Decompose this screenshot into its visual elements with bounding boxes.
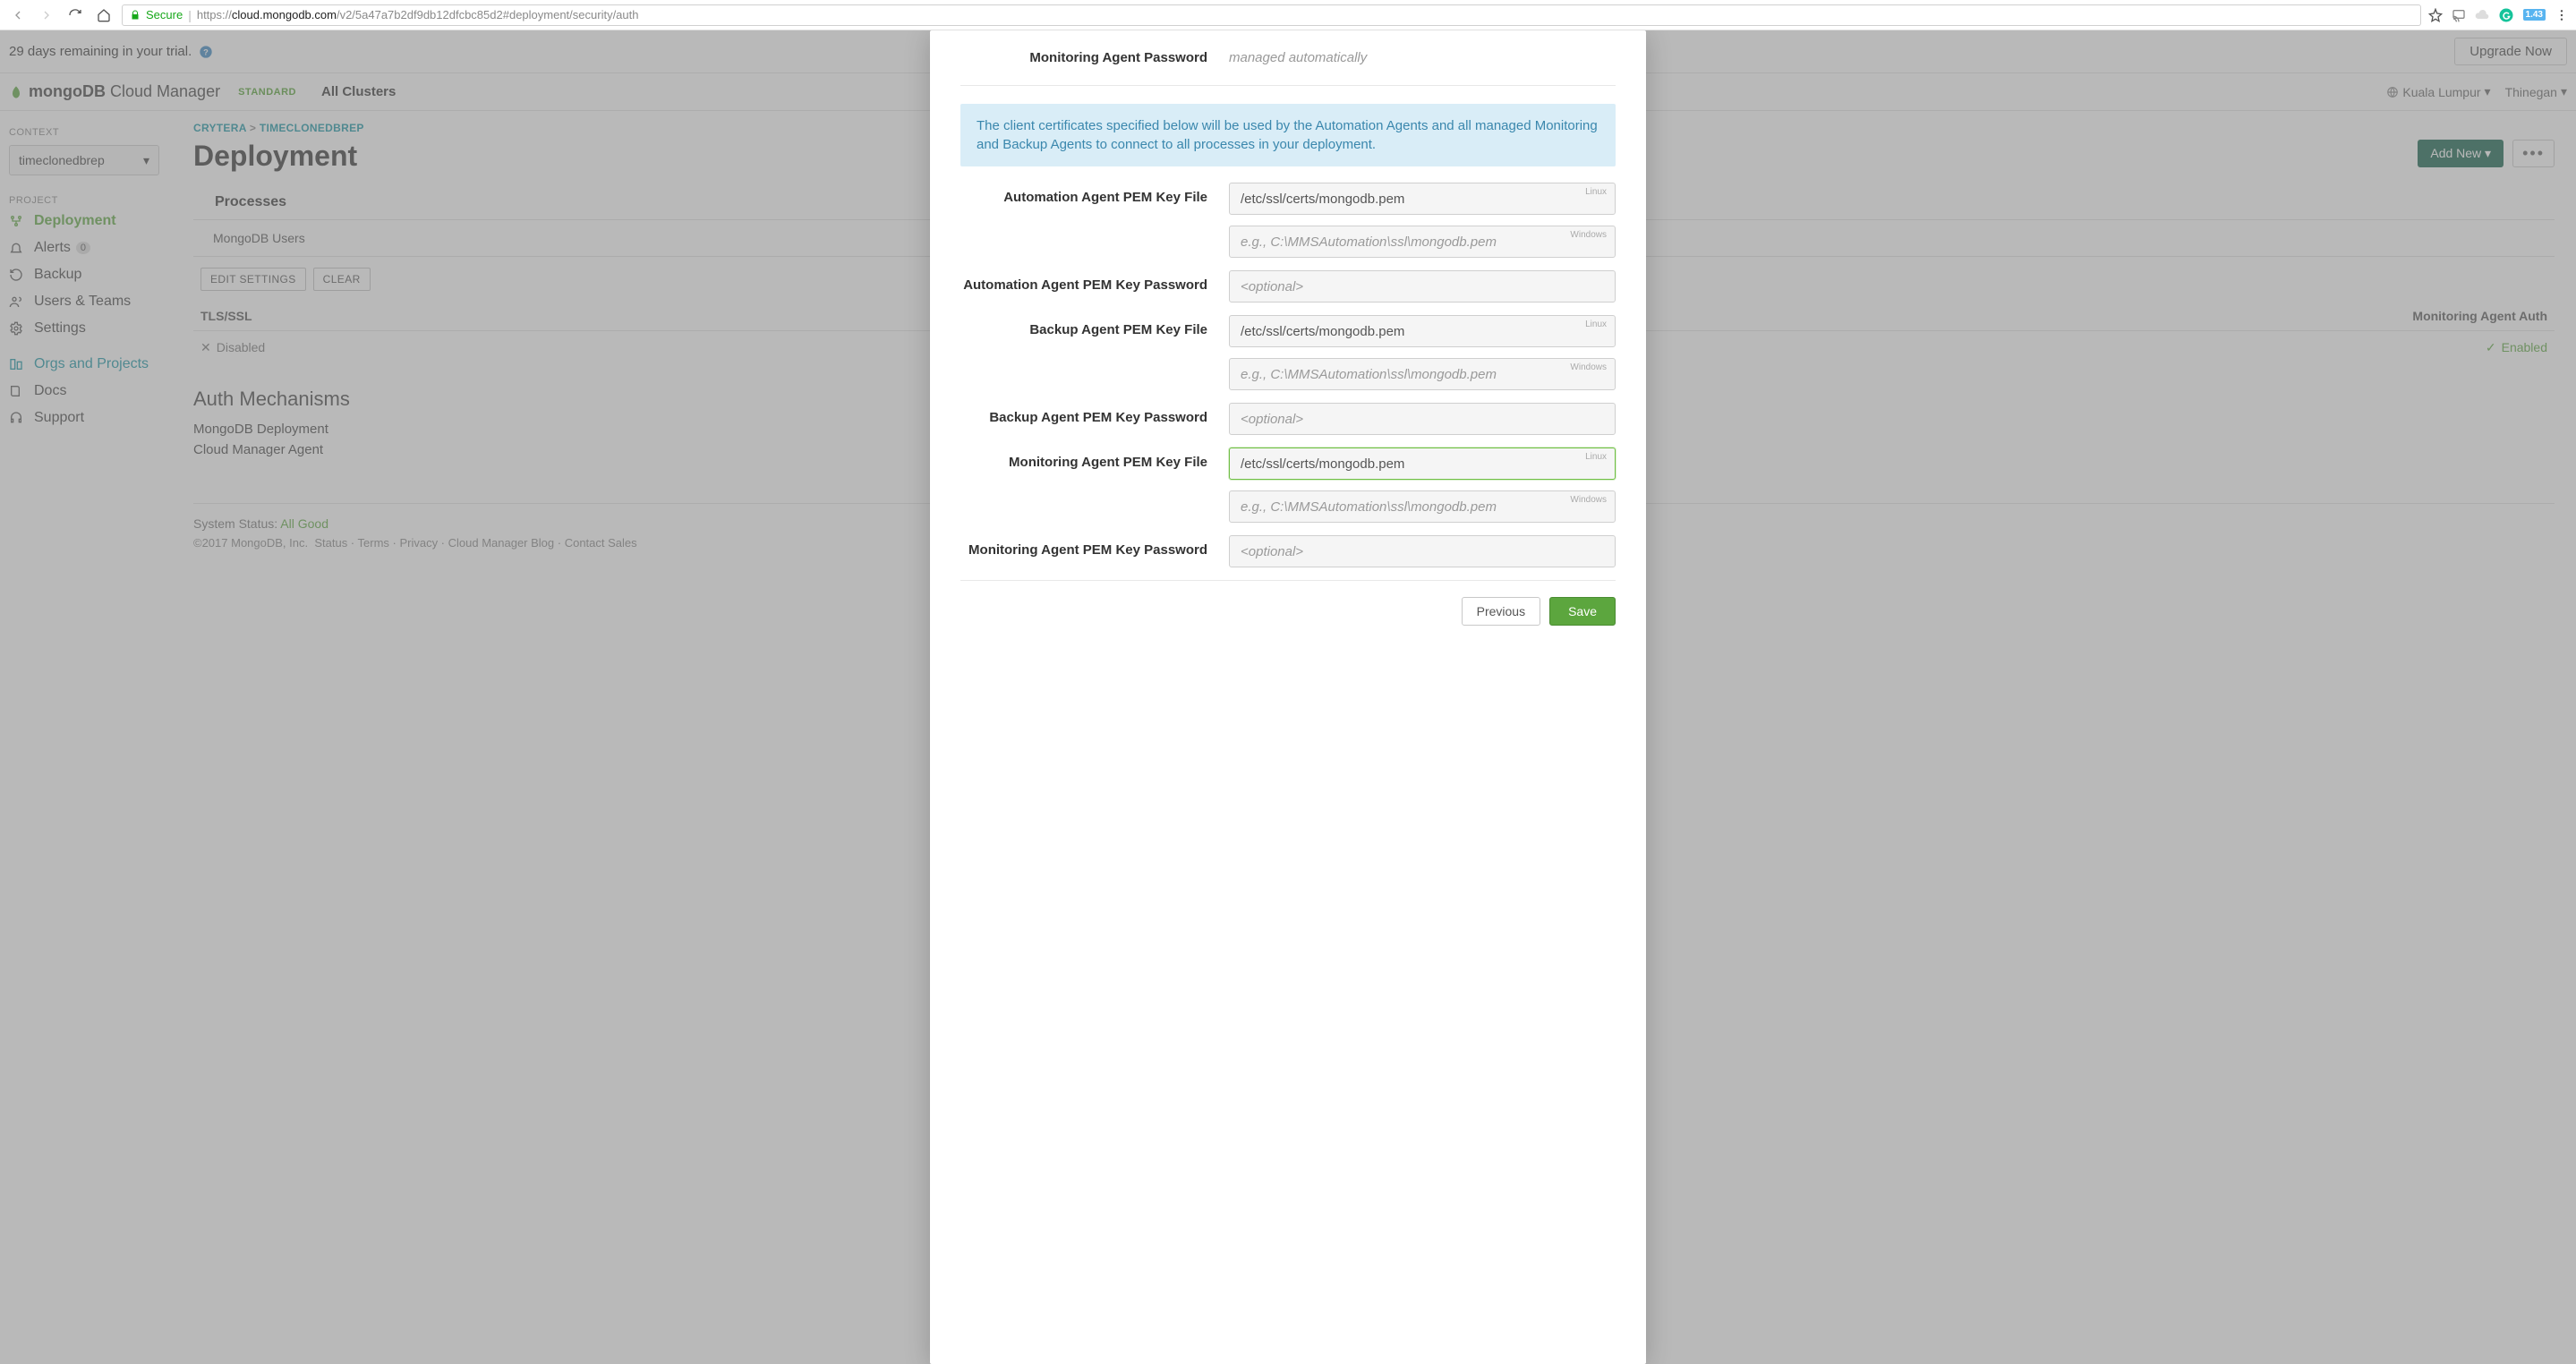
cast-icon[interactable] (2452, 8, 2466, 22)
managed-text: managed automatically (1229, 50, 1616, 65)
monitoring-pem-linux-input[interactable] (1229, 448, 1616, 480)
backup-pem-pw-input[interactable] (1229, 403, 1616, 435)
monitoring-password-label: Monitoring Agent Password (960, 50, 1229, 65)
backup-pem-windows-input[interactable] (1229, 358, 1616, 390)
url-text: https://cloud.mongodb.com/v2/5a47a7b2df9… (197, 8, 639, 21)
os-tag-windows: Windows (1570, 230, 1607, 240)
back-button[interactable] (7, 4, 29, 26)
monitoring-pem-pw-input[interactable] (1229, 535, 1616, 567)
monitoring-pem-windows-input[interactable] (1229, 490, 1616, 523)
automation-pem-windows-input[interactable] (1229, 226, 1616, 258)
modal-overlay[interactable]: Monitoring Agent Password managed automa… (0, 30, 2576, 1364)
lock-icon (130, 10, 141, 21)
monitoring-pem-label: Monitoring Agent PEM Key File (960, 448, 1229, 470)
monitoring-pem-pw-label: Monitoring Agent PEM Key Password (960, 535, 1229, 558)
reload-button[interactable] (64, 4, 86, 26)
menu-icon[interactable] (2555, 8, 2569, 22)
forward-button[interactable] (36, 4, 57, 26)
browser-toolbar: Secure | https://cloud.mongodb.com/v2/5a… (0, 0, 2576, 30)
star-icon[interactable] (2428, 8, 2443, 22)
address-bar[interactable]: Secure | https://cloud.mongodb.com/v2/5a… (122, 4, 2421, 26)
backup-pem-pw-label: Backup Agent PEM Key Password (960, 403, 1229, 425)
divider (960, 85, 1616, 86)
os-tag-linux: Linux (1585, 187, 1607, 197)
automation-pem-pw-input[interactable] (1229, 270, 1616, 303)
previous-button[interactable]: Previous (1462, 597, 1540, 626)
secure-label: Secure (146, 8, 183, 21)
automation-pem-linux-input[interactable] (1229, 183, 1616, 215)
backup-pem-linux-input[interactable] (1229, 315, 1616, 347)
cloud-icon[interactable] (2475, 8, 2489, 22)
automation-pem-pw-label: Automation Agent PEM Key Password (960, 270, 1229, 293)
grammarly-icon[interactable] (2498, 7, 2514, 23)
home-button[interactable] (93, 4, 115, 26)
save-button[interactable]: Save (1549, 597, 1616, 626)
os-tag-windows: Windows (1570, 495, 1607, 505)
info-block: The client certificates specified below … (960, 104, 1616, 166)
modal: Monitoring Agent Password managed automa… (930, 30, 1646, 1364)
extension-badge[interactable]: 1.43 (2523, 9, 2546, 21)
divider (960, 580, 1616, 581)
automation-pem-label: Automation Agent PEM Key File (960, 183, 1229, 205)
os-tag-linux: Linux (1585, 452, 1607, 462)
backup-pem-label: Backup Agent PEM Key File (960, 315, 1229, 337)
os-tag-windows: Windows (1570, 362, 1607, 372)
os-tag-linux: Linux (1585, 320, 1607, 329)
